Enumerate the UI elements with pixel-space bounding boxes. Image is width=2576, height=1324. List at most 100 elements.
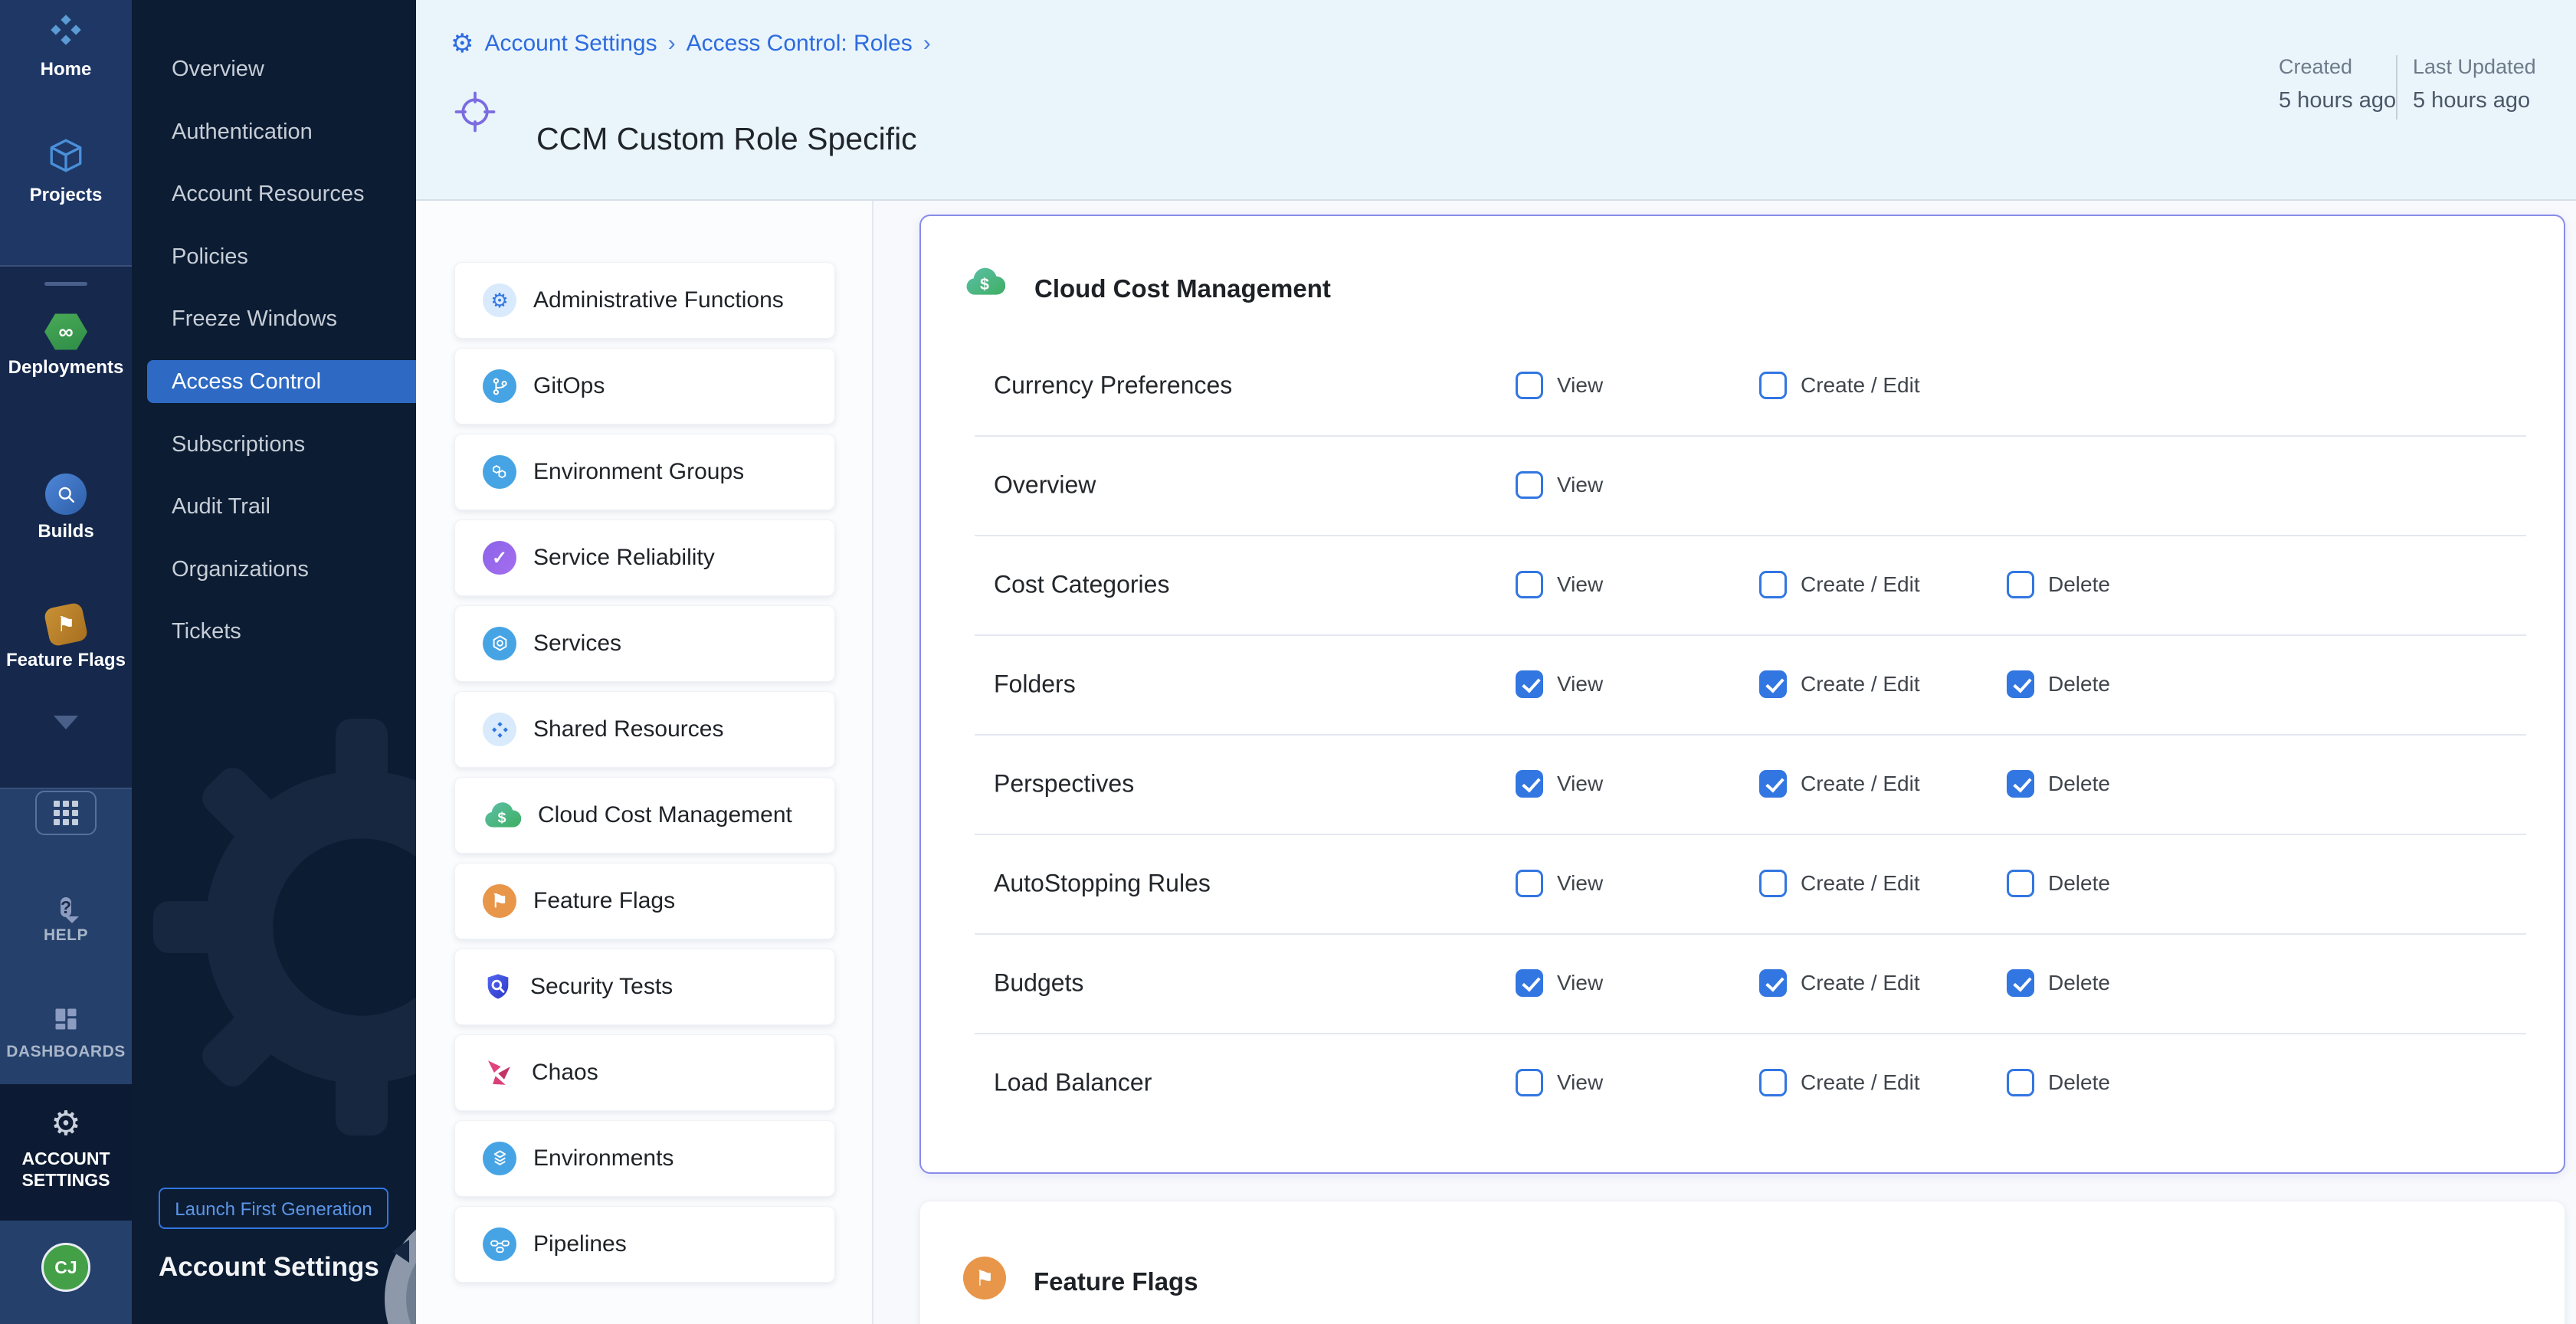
sidebar-item-audit-trail[interactable]: Audit Trail [132,485,416,528]
checkbox-unchecked[interactable] [1759,1069,1787,1096]
permission-autostopping-rules-delete[interactable]: Delete [2007,870,2110,897]
permission-folders-delete[interactable]: Delete [2007,670,2110,698]
checkbox-unchecked[interactable] [1516,870,1543,897]
category-pipelines[interactable]: Pipelines [454,1206,835,1283]
sidebar-item-organizations[interactable]: Organizations [132,548,416,591]
rail-item-account-settings[interactable]: ⚙ ACCOUNT SETTINGS [0,1106,132,1191]
checkbox-checked[interactable] [1516,670,1543,698]
checkbox-checked[interactable] [1516,770,1543,798]
rail-item-more-modules[interactable] [0,729,132,743]
sidebar-title: Account Settings [159,1252,379,1283]
rail-item-help[interactable]: ? HELP [0,895,132,945]
sidebar-item-subscriptions[interactable]: Subscriptions [132,423,416,466]
collapse-sidebar-icon[interactable] [392,1240,409,1263]
checkbox-checked[interactable] [1759,670,1787,698]
app-window: Home Projects ∞ Deployments Builds ⚑ Fea… [0,0,2576,1324]
permission-cost-categories-delete[interactable]: Delete [2007,571,2110,598]
permission-perspectives-view[interactable]: View [1516,770,1603,798]
permission-label: Create / Edit [1801,971,1920,995]
permission-perspectives-create-edit[interactable]: Create / Edit [1759,770,1920,798]
category-environments[interactable]: Environments [454,1120,835,1197]
permission-load-balancer-view[interactable]: View [1516,1069,1603,1096]
rail-item-projects[interactable]: Projects [0,136,132,206]
category-chaos[interactable]: Chaos [454,1034,835,1111]
sidebar-item-access-control[interactable]: Access Control [147,360,416,403]
checkbox-checked[interactable] [1759,770,1787,798]
permission-load-balancer-create-edit[interactable]: Create / Edit [1759,1069,1920,1096]
checkbox-unchecked[interactable] [2007,1069,2034,1096]
checkbox-unchecked[interactable] [2007,571,2034,598]
category-gitops[interactable]: GitOps [454,348,835,424]
checkbox-unchecked[interactable] [1516,1069,1543,1096]
sidebar-item-authentication[interactable]: Authentication [132,110,416,153]
created-value: 5 hours ago [2279,88,2396,113]
rail-item-builds[interactable]: Builds [0,474,132,542]
category-service-reliability[interactable]: ✓Service Reliability [454,519,835,596]
permission-row-perspectives: PerspectivesViewCreate / EditDelete [921,734,2564,834]
permission-currency-preferences-view[interactable]: View [1516,372,1603,399]
rail-item-deployments[interactable]: ∞ Deployments [0,313,132,379]
permission-row-label: Cost Categories [994,571,1169,599]
sidebar-item-account-resources[interactable]: Account Resources [132,172,416,215]
category-environment-groups[interactable]: Environment Groups [454,434,835,510]
permission-row-budgets: BudgetsViewCreate / EditDelete [921,933,2564,1033]
last-updated-label: Last Updated [2413,55,2536,79]
permission-currency-preferences-create-edit[interactable]: Create / Edit [1759,372,1920,399]
permission-autostopping-rules-view[interactable]: View [1516,870,1603,897]
gitops-icon [483,369,516,403]
permission-budgets-delete[interactable]: Delete [2007,969,2110,997]
checkbox-unchecked[interactable] [1759,870,1787,897]
rail-item-label: Feature Flags [0,650,132,671]
permission-overview-view[interactable]: View [1516,471,1603,499]
module-switcher-button[interactable] [35,791,97,835]
rail-item-label: DASHBOARDS [0,1043,132,1061]
checkbox-checked[interactable] [1759,969,1787,997]
category-feature-flags[interactable]: ⚑Feature Flags [454,863,835,939]
sidebar-item-overview[interactable]: Overview [132,48,416,90]
permission-cost-categories-view[interactable]: View [1516,571,1603,598]
permission-folders-create-edit[interactable]: Create / Edit [1759,670,1920,698]
category-cloud-cost-management[interactable]: $Cloud Cost Management [454,777,835,854]
svg-text:$: $ [497,809,506,826]
checkbox-unchecked[interactable] [1759,372,1787,399]
checkbox-checked[interactable] [2007,969,2034,997]
checkbox-unchecked[interactable] [1516,471,1543,499]
permission-budgets-view[interactable]: View [1516,969,1603,997]
launch-first-generation-button[interactable]: Launch First Generation [159,1188,388,1229]
category-security-tests[interactable]: Security Tests [454,949,835,1025]
checkbox-checked[interactable] [2007,770,2034,798]
rail-item-dashboards[interactable]: DASHBOARDS [0,1005,132,1061]
breadcrumb-access-control-roles[interactable]: Access Control: Roles [687,31,913,57]
permission-autostopping-rules-create-edit[interactable]: Create / Edit [1759,870,1920,897]
sidebar-item-tickets[interactable]: Tickets [132,610,416,653]
checkbox-checked[interactable] [2007,670,2034,698]
permission-label: Delete [2048,672,2110,696]
checkbox-unchecked[interactable] [1759,571,1787,598]
help-icon: ? [61,897,71,917]
permission-label: Create / Edit [1801,871,1920,896]
permission-cost-categories-create-edit[interactable]: Create / Edit [1759,571,1920,598]
permission-perspectives-delete[interactable]: Delete [2007,770,2110,798]
rail-item-profile[interactable]: CJ [0,1243,132,1292]
category-label: GitOps [533,373,605,399]
sidebar-item-freeze-windows[interactable]: Freeze Windows [132,297,416,340]
breadcrumb-account-settings[interactable]: Account Settings [484,31,657,57]
rail-item-home[interactable]: Home [0,11,132,80]
checkbox-unchecked[interactable] [2007,870,2034,897]
environments-icon [483,1142,516,1175]
permission-folders-view[interactable]: View [1516,670,1603,698]
module-rail: Home Projects ∞ Deployments Builds ⚑ Fea… [0,0,132,1324]
avatar[interactable]: CJ [41,1243,90,1292]
checkbox-unchecked[interactable] [1516,571,1543,598]
permission-label: View [1557,672,1603,696]
rail-item-label: ACCOUNT SETTINGS [0,1148,132,1191]
category-services[interactable]: Services [454,605,835,682]
checkbox-checked[interactable] [1516,969,1543,997]
category-shared-resources[interactable]: Shared Resources [454,691,835,768]
permission-budgets-create-edit[interactable]: Create / Edit [1759,969,1920,997]
rail-item-feature-flags[interactable]: ⚑ Feature Flags [0,605,132,671]
sidebar-item-policies[interactable]: Policies [132,235,416,278]
checkbox-unchecked[interactable] [1516,372,1543,399]
category-administrative-functions[interactable]: ⚙Administrative Functions [454,262,835,339]
permission-load-balancer-delete[interactable]: Delete [2007,1069,2110,1096]
